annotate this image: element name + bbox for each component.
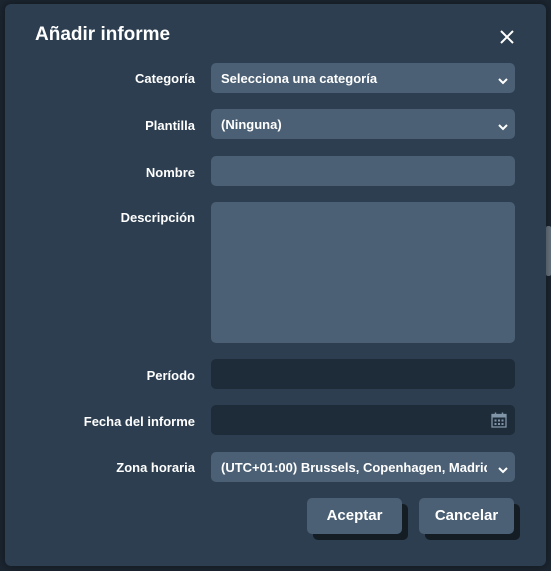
report-date-input[interactable]	[211, 405, 515, 435]
add-report-dialog: Añadir informe Categoría Selecciona una …	[5, 4, 546, 566]
name-label: Nombre	[145, 165, 195, 180]
period-input[interactable]	[211, 359, 515, 389]
timezone-select-value: (UTC+01:00) Brussels, Copenhagen, Madrid…	[221, 460, 487, 475]
template-select[interactable]: (Ninguna)	[211, 109, 515, 139]
calendar-icon[interactable]	[491, 412, 507, 428]
category-select-value: Selecciona una categoría	[221, 71, 378, 86]
category-select[interactable]: Selecciona una categoría	[211, 63, 515, 93]
timezone-label: Zona horaria	[116, 460, 195, 475]
close-icon[interactable]	[497, 27, 517, 47]
description-textarea[interactable]	[211, 202, 515, 343]
cancel-button[interactable]: Cancelar	[419, 498, 514, 534]
chevron-down-icon	[498, 462, 508, 474]
timezone-select[interactable]: (UTC+01:00) Brussels, Copenhagen, Madrid…	[211, 452, 515, 482]
dialog-title: Añadir informe	[35, 24, 171, 45]
accept-button[interactable]: Aceptar	[307, 498, 402, 534]
chevron-down-icon	[498, 73, 508, 85]
page-scrollbar[interactable]	[546, 226, 551, 276]
description-label: Descripción	[120, 210, 195, 225]
category-label: Categoría	[135, 71, 195, 86]
template-select-value: (Ninguna)	[221, 117, 282, 132]
name-input[interactable]	[211, 156, 515, 186]
report-date-label: Fecha del informe	[83, 414, 195, 429]
chevron-down-icon	[498, 119, 508, 131]
template-label: Plantilla	[145, 118, 195, 133]
period-label: Período	[146, 368, 195, 383]
